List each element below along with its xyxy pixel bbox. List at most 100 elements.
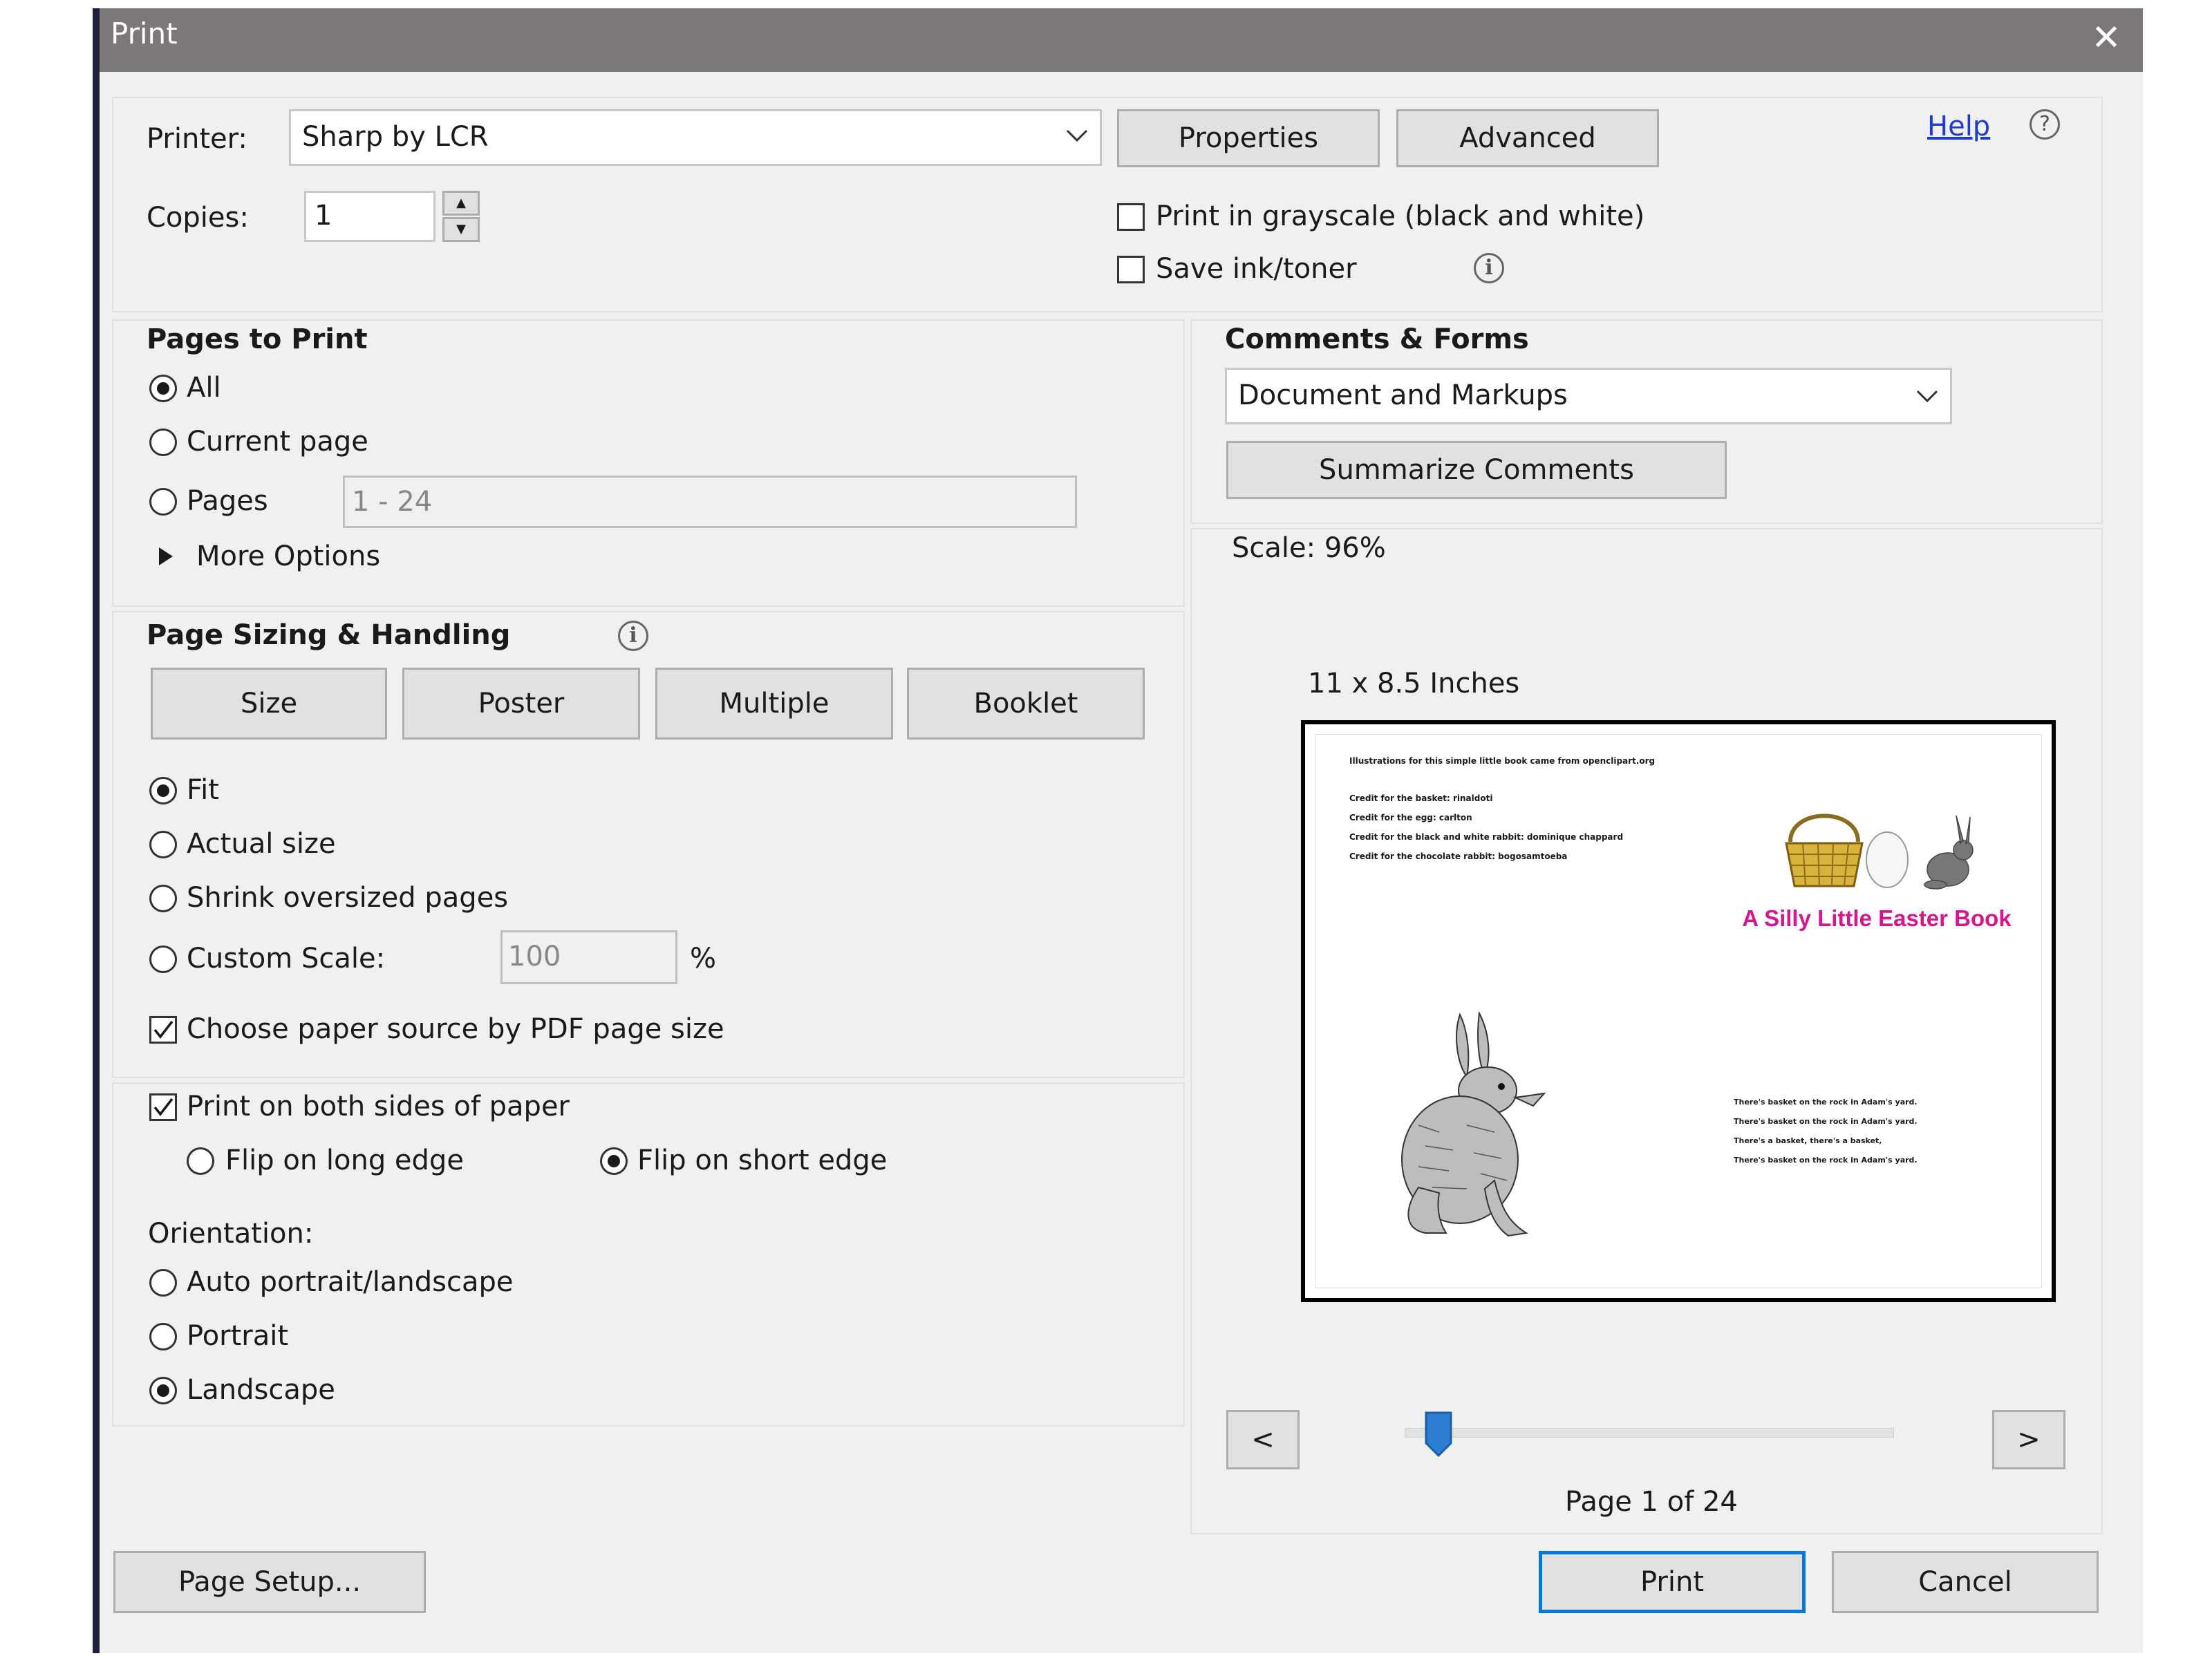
comments-forms-value: Document and Markups xyxy=(1238,379,1568,411)
radio-selected-dot xyxy=(157,784,169,797)
easter-basket-egg-bunny-illustration xyxy=(1785,813,1974,890)
properties-button[interactable]: Properties xyxy=(1117,109,1380,167)
radio-auto-orientation-label: Auto portrait/landscape xyxy=(187,1266,514,1298)
help-icon[interactable]: ? xyxy=(2030,109,2060,140)
radio-actual-size[interactable] xyxy=(149,831,177,858)
save-ink-checkbox[interactable] xyxy=(1117,256,1145,283)
radio-shrink-oversized-label: Shrink oversized pages xyxy=(187,882,509,914)
tab-multiple[interactable]: Multiple xyxy=(655,668,893,740)
info-icon[interactable]: i xyxy=(1474,253,1504,283)
credit-heading: Illustrations for this simple little boo… xyxy=(1349,756,1656,766)
verse-line: There's basket on the rock in Adam's yar… xyxy=(1734,1098,1918,1107)
radio-auto-orientation[interactable] xyxy=(149,1269,177,1297)
next-page-button[interactable]: > xyxy=(1992,1410,2065,1469)
window-left-edge xyxy=(93,8,100,1653)
radio-actual-size-label: Actual size xyxy=(187,828,336,860)
scale-label: Scale: 96% xyxy=(1232,532,1386,564)
scale-label-text: Scale: xyxy=(1232,532,1316,564)
orientation-label: Orientation: xyxy=(148,1218,314,1250)
pages-range-input[interactable]: 1 - 24 xyxy=(343,476,1077,528)
radio-landscape[interactable] xyxy=(149,1377,177,1404)
more-options-link[interactable]: More Options xyxy=(196,540,380,572)
radio-selected-dot xyxy=(157,1384,169,1397)
checkmark-icon xyxy=(153,1020,174,1039)
radio-fit[interactable] xyxy=(149,777,177,805)
info-icon[interactable]: i xyxy=(618,621,648,651)
radio-pages-label: Pages xyxy=(187,485,268,517)
printer-label: Printer: xyxy=(147,123,247,155)
chevron-down-icon xyxy=(1066,129,1088,142)
radio-custom-scale-label: Custom Scale: xyxy=(187,943,386,975)
page-setup-button[interactable]: Page Setup... xyxy=(113,1551,426,1613)
both-sides-label: Print on both sides of paper xyxy=(187,1091,570,1122)
paper-size-label: 11 x 8.5 Inches xyxy=(1308,668,1520,699)
tab-booklet[interactable]: Booklet xyxy=(907,668,1145,740)
radio-flip-short-edge[interactable] xyxy=(600,1147,628,1175)
book-title: A Silly Little Easter Book xyxy=(1742,905,2012,931)
scale-value: 96% xyxy=(1324,532,1386,564)
verse-line: There's a basket, there's a basket, xyxy=(1734,1136,1882,1145)
page-sizing-heading: Page Sizing & Handling xyxy=(147,619,511,651)
custom-scale-input[interactable]: 100 xyxy=(500,930,677,984)
advanced-button[interactable]: Advanced xyxy=(1396,109,1659,167)
printer-select[interactable]: Sharp by LCR xyxy=(289,109,1102,166)
previous-page-button[interactable]: < xyxy=(1226,1410,1300,1469)
cancel-button[interactable]: Cancel xyxy=(1832,1551,2099,1613)
radio-current-page[interactable] xyxy=(149,429,177,456)
pages-range-value: 1 - 24 xyxy=(352,486,433,518)
radio-fit-label: Fit xyxy=(187,774,219,806)
percent-label: % xyxy=(690,943,717,975)
summarize-comments-button[interactable]: Summarize Comments xyxy=(1226,441,1727,499)
radio-flip-long-edge-label: Flip on long edge xyxy=(225,1145,464,1176)
dialog-title: Print xyxy=(111,17,178,50)
radio-portrait[interactable] xyxy=(149,1323,177,1351)
save-ink-label: Save ink/toner xyxy=(1156,253,1357,285)
copies-up-icon[interactable]: ▲ xyxy=(442,191,480,216)
credit-line: Credit for the chocolate rabbit: bogosam… xyxy=(1349,851,1568,861)
radio-portrait-label: Portrait xyxy=(187,1320,289,1352)
help-link[interactable]: Help xyxy=(1927,111,1990,142)
credit-line: Credit for the egg: carlton xyxy=(1349,813,1472,822)
checkmark-icon xyxy=(153,1098,174,1116)
radio-custom-scale[interactable] xyxy=(149,945,177,973)
radio-current-page-label: Current page xyxy=(187,426,368,458)
copies-input[interactable]: 1 xyxy=(304,191,435,242)
copies-value: 1 xyxy=(315,200,332,232)
grayscale-label: Print in grayscale (black and white) xyxy=(1156,200,1645,232)
radio-flip-short-edge-label: Flip on short edge xyxy=(637,1145,888,1176)
verse-line: There's basket on the rock in Adam's yar… xyxy=(1734,1117,1918,1126)
custom-scale-value: 100 xyxy=(508,941,561,972)
radio-all-label: All xyxy=(187,372,221,404)
copies-down-icon[interactable]: ▼ xyxy=(442,217,480,242)
page-preview: Illustrations for this simple little boo… xyxy=(1301,720,2056,1302)
chevron-down-icon xyxy=(1916,390,1938,403)
paper-source-label: Choose paper source by PDF page size xyxy=(187,1013,724,1045)
page-slider-thumb[interactable] xyxy=(1423,1410,1454,1458)
radio-all[interactable] xyxy=(149,375,177,402)
expand-triangle-icon[interactable] xyxy=(158,546,174,567)
radio-shrink-oversized[interactable] xyxy=(149,885,177,912)
radio-selected-dot xyxy=(157,382,169,395)
close-icon[interactable]: ✕ xyxy=(2082,14,2130,62)
print-button[interactable]: Print xyxy=(1539,1551,1806,1613)
radio-flip-long-edge[interactable] xyxy=(187,1147,214,1175)
printer-select-value: Sharp by LCR xyxy=(302,121,489,153)
verse-line: There's basket on the rock in Adam's yar… xyxy=(1734,1156,1918,1165)
pages-to-print-heading: Pages to Print xyxy=(147,323,368,355)
radio-landscape-label: Landscape xyxy=(187,1374,335,1406)
radio-pages[interactable] xyxy=(149,488,177,516)
tab-poster[interactable]: Poster xyxy=(402,668,640,740)
credit-line: Credit for the black and white rabbit: d… xyxy=(1349,832,1624,842)
rabbit-sketch-illustration xyxy=(1401,1010,1546,1237)
page-slider-track[interactable] xyxy=(1405,1428,1894,1438)
radio-selected-dot xyxy=(608,1155,620,1167)
tab-size[interactable]: Size xyxy=(151,668,387,740)
both-sides-checkbox[interactable] xyxy=(149,1093,177,1121)
paper-source-checkbox[interactable] xyxy=(149,1016,177,1044)
comments-forms-heading: Comments & Forms xyxy=(1225,323,1529,355)
title-bar xyxy=(100,8,2143,72)
credit-line: Credit for the basket: rinaldoti xyxy=(1349,793,1493,803)
copies-label: Copies: xyxy=(147,202,249,234)
grayscale-checkbox[interactable] xyxy=(1117,203,1145,231)
comments-forms-select[interactable]: Document and Markups xyxy=(1225,368,1952,424)
